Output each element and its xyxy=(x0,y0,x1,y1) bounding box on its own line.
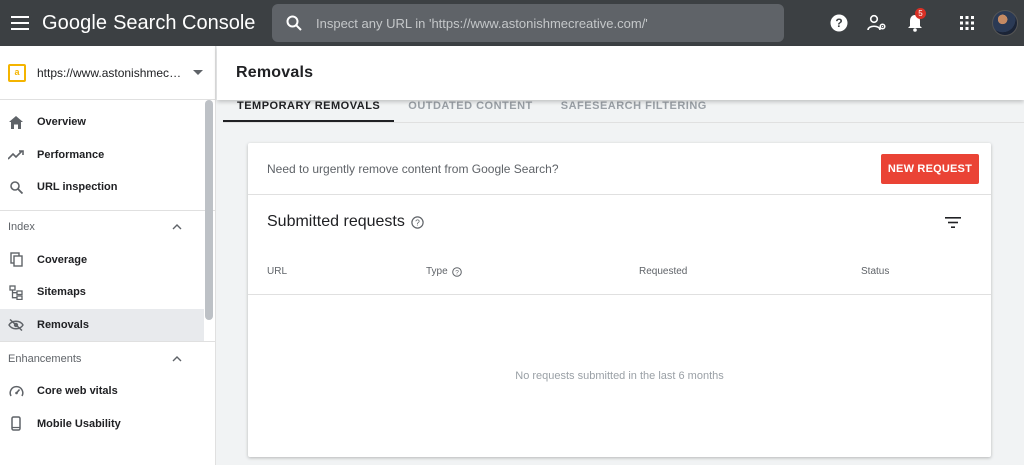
removals-card: Need to urgently remove content from Goo… xyxy=(248,143,991,457)
sidebar-item-label: Mobile Usability xyxy=(37,417,121,430)
column-header-type[interactable]: Type ? xyxy=(426,266,639,277)
column-label: Requested xyxy=(639,266,688,277)
urgent-removal-prompt: Need to urgently remove content from Goo… xyxy=(267,161,559,176)
column-label: Type xyxy=(426,266,448,277)
chevron-up-icon xyxy=(172,355,182,361)
account-settings-icon xyxy=(867,14,886,31)
property-selector[interactable]: a https://www.astonishmecreative.com/ xyxy=(0,46,215,100)
requests-table-header: URL Type ? Requested Status xyxy=(248,249,991,295)
url-inspection-input[interactable] xyxy=(316,15,784,31)
filter-icon[interactable] xyxy=(945,216,961,228)
new-request-button[interactable]: NEW REQUEST xyxy=(880,153,979,184)
sidebar-item-label: Sitemaps xyxy=(37,286,86,299)
top-bar-actions: ? 5 xyxy=(820,0,1024,46)
sidebar-item-label: Coverage xyxy=(37,253,88,266)
submitted-requests-title: Submitted requests xyxy=(267,213,405,230)
url-inspection-search-bar[interactable] xyxy=(272,4,784,42)
sidebar-item-label: Performance xyxy=(37,148,105,161)
sidebar: a https://www.astonishmecreative.com/ Ov… xyxy=(0,46,216,465)
svg-text:?: ? xyxy=(835,16,842,30)
page-title: Removals xyxy=(236,64,314,81)
main-menu-button[interactable] xyxy=(2,0,38,46)
google-apps-button[interactable] xyxy=(948,0,986,46)
requests-empty-state: No requests submitted in the last 6 mont… xyxy=(248,295,991,456)
brand-product: Search Console xyxy=(113,11,256,34)
column-label: Status xyxy=(861,266,890,277)
home-icon xyxy=(8,114,24,130)
sidebar-scrollbar[interactable] xyxy=(205,100,213,320)
sidebar-section-enhancements[interactable]: Enhancements xyxy=(0,342,204,375)
sidebar-item-label: Core web vitals xyxy=(37,385,118,398)
sidebar-item-core-web-vitals[interactable]: Core web vitals xyxy=(0,375,204,408)
sidebar-nav: Overview Performance URL inspection Inde… xyxy=(0,100,215,440)
sidebar-item-url-inspection[interactable]: URL inspection xyxy=(0,171,204,204)
brand-google: Google xyxy=(42,11,108,34)
help-circle-icon: ? xyxy=(451,266,462,277)
column-label: URL xyxy=(267,266,288,277)
svg-text:?: ? xyxy=(415,217,420,227)
chevron-up-icon xyxy=(172,224,182,230)
eye-off-icon xyxy=(8,317,24,333)
column-header-requested[interactable]: Requested xyxy=(639,266,861,277)
empty-state-message: No requests submitted in the last 6 mont… xyxy=(515,369,724,382)
section-label: Index xyxy=(8,221,35,233)
help-circle-icon[interactable]: ? xyxy=(411,215,424,229)
account-avatar[interactable] xyxy=(992,10,1018,36)
help-icon: ? xyxy=(830,14,848,32)
sidebar-item-performance[interactable]: Performance xyxy=(0,139,204,172)
sidebar-item-overview[interactable]: Overview xyxy=(0,106,204,139)
new-request-bar: Need to urgently remove content from Goo… xyxy=(248,143,991,195)
submitted-requests-header: Submitted requests ? xyxy=(248,195,991,249)
search-icon xyxy=(286,15,302,31)
sidebar-item-mobile-usability[interactable]: Mobile Usability xyxy=(0,408,204,441)
sidebar-item-sitemaps[interactable]: Sitemaps xyxy=(0,276,204,309)
page-header: Removals xyxy=(217,46,1024,100)
sidebar-item-label: Removals xyxy=(37,318,89,331)
property-site-icon: a xyxy=(8,63,26,82)
phone-icon xyxy=(8,416,24,432)
tabs-divider xyxy=(223,122,1024,123)
top-app-bar: Google Search Console ? 5 xyxy=(0,0,1024,46)
property-url: https://www.astonishmecreative.com/ xyxy=(37,65,185,80)
search-icon xyxy=(8,179,24,195)
sidebar-item-label: URL inspection xyxy=(37,181,118,194)
search-console-settings-button[interactable] xyxy=(858,0,896,46)
column-header-status[interactable]: Status xyxy=(861,266,889,277)
trending-up-icon xyxy=(8,147,24,163)
dropdown-caret-icon xyxy=(193,69,203,75)
speedometer-icon xyxy=(8,383,24,399)
sidebar-item-coverage[interactable]: Coverage xyxy=(0,244,204,277)
notifications-button[interactable]: 5 xyxy=(896,0,934,46)
apps-grid-icon xyxy=(960,16,974,30)
help-button[interactable]: ? xyxy=(820,0,858,46)
submitted-requests-title-wrap: Submitted requests ? xyxy=(267,213,424,231)
sidebar-section-index[interactable]: Index xyxy=(0,211,204,244)
sitemap-icon xyxy=(8,284,24,300)
notification-count-badge: 5 xyxy=(915,8,926,19)
hamburger-icon xyxy=(11,16,29,30)
svg-text:?: ? xyxy=(455,269,459,276)
sidebar-item-label: Overview xyxy=(37,116,86,129)
product-logo[interactable]: Google Search Console xyxy=(42,12,255,35)
section-label: Enhancements xyxy=(8,352,82,365)
coverage-icon xyxy=(8,252,24,268)
sidebar-item-removals[interactable]: Removals xyxy=(0,308,204,341)
column-header-url[interactable]: URL xyxy=(267,266,426,277)
